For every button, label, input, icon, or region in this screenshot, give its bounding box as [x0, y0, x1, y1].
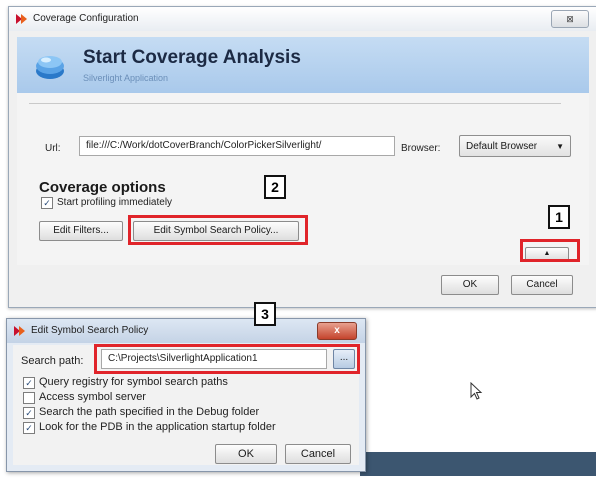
page-title: Start Coverage Analysis	[83, 47, 301, 68]
dialog-ok-button[interactable]: OK	[215, 444, 277, 464]
dialog-close-button[interactable]: x	[317, 322, 357, 340]
url-label: Url:	[45, 143, 61, 154]
dialog-footer	[17, 265, 589, 305]
option-label-symbol-server: Access symbol server	[39, 391, 146, 403]
close-button[interactable]: ⊠	[551, 10, 589, 28]
cancel-button[interactable]: Cancel	[511, 275, 573, 295]
dialog-cancel-button[interactable]: Cancel	[285, 444, 351, 464]
dialog-titlebar[interactable]: Edit Symbol Search Policy x	[7, 319, 365, 343]
chevron-down-icon: ▼	[556, 142, 564, 151]
window-title: Coverage Configuration	[33, 13, 139, 24]
dotcover-logo-icon	[15, 12, 29, 26]
callout-3: 3	[254, 302, 276, 326]
check-icon: ✓	[25, 408, 33, 418]
check-icon: ✓	[43, 198, 51, 208]
start-profiling-checkbox[interactable]: ✓	[41, 197, 53, 209]
analysis-icon	[33, 49, 67, 83]
browser-label: Browser:	[401, 143, 441, 154]
divider	[29, 103, 561, 104]
option-label-debug-folder: Search the path specified in the Debug f…	[39, 406, 260, 418]
background-window-edge	[360, 452, 596, 476]
option-label-query-registry: Query registry for symbol search paths	[39, 376, 228, 388]
callout-2: 2	[264, 175, 286, 199]
option-checkbox-symbol-server[interactable]	[23, 392, 35, 404]
highlight-box-expand	[520, 239, 580, 262]
start-profiling-label: Start profiling immediately	[57, 197, 173, 208]
check-icon: ✓	[25, 423, 33, 433]
highlight-box-search-path	[94, 344, 360, 374]
callout-1: 1	[548, 205, 570, 229]
dotcover-logo-icon	[13, 324, 27, 338]
header-banner: Start Coverage Analysis Silverlight Appl…	[17, 37, 589, 93]
browser-dropdown[interactable]: Default Browser ▼	[459, 135, 571, 157]
edit-filters-button[interactable]: Edit Filters...	[39, 221, 123, 241]
mouse-cursor-icon	[470, 381, 484, 402]
ok-button[interactable]: OK	[441, 275, 499, 295]
window-titlebar[interactable]: Coverage Configuration ⊠	[9, 7, 596, 31]
option-checkbox-debug-folder[interactable]: ✓	[23, 407, 35, 419]
check-icon: ✓	[25, 378, 33, 388]
highlight-box-edit-symbol-policy	[128, 215, 308, 245]
url-input[interactable]	[79, 136, 395, 156]
coverage-configuration-window: Coverage Configuration ⊠ Start Coverage …	[8, 6, 596, 308]
option-checkbox-startup-folder[interactable]: ✓	[23, 422, 35, 434]
page-subtitle: Silverlight Application	[83, 73, 169, 83]
option-label-startup-folder: Look for the PDB in the application star…	[39, 421, 276, 433]
dialog-title: Edit Symbol Search Policy	[31, 325, 149, 336]
browser-dropdown-value: Default Browser	[466, 141, 538, 152]
edit-symbol-search-policy-dialog: Edit Symbol Search Policy x Search path:…	[6, 318, 366, 472]
option-checkbox-query-registry[interactable]: ✓	[23, 377, 35, 389]
search-path-label: Search path:	[21, 355, 84, 367]
coverage-options-heading: Coverage options	[39, 179, 166, 196]
